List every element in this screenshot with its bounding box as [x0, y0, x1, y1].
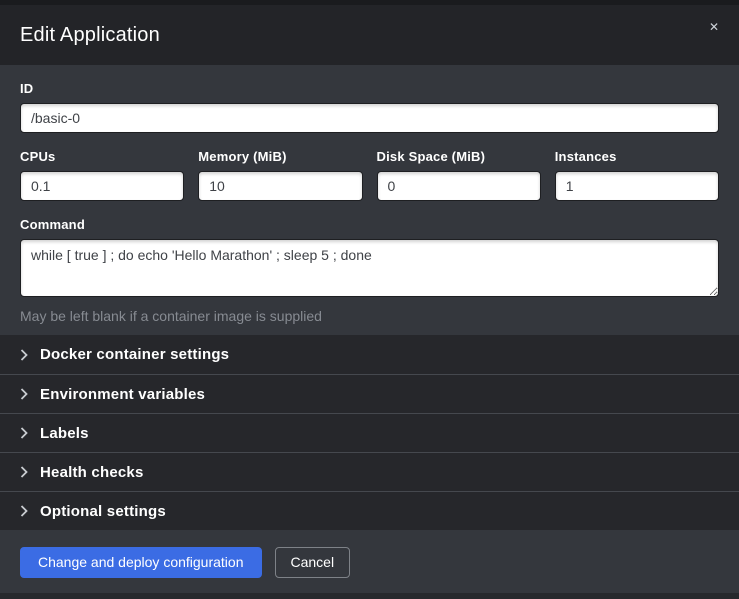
chevron-right-icon — [20, 466, 28, 478]
section-label: Environment variables — [40, 386, 205, 403]
cpus-field-group: CPUs — [20, 149, 184, 201]
instances-label: Instances — [555, 149, 719, 164]
section-docker-container-settings[interactable]: Docker container settings — [0, 335, 739, 374]
modal-header: Edit Application ✕ — [0, 5, 739, 65]
section-label: Health checks — [40, 464, 143, 481]
edit-application-modal: Edit Application ✕ ID CPUs Memory (MiB) … — [0, 0, 739, 599]
memory-label: Memory (MiB) — [198, 149, 362, 164]
modal-title: Edit Application — [20, 24, 160, 47]
section-environment-variables[interactable]: Environment variables — [0, 374, 739, 413]
chevron-right-icon — [20, 349, 28, 361]
memory-field-group: Memory (MiB) — [198, 149, 362, 201]
collapsible-sections: Docker container settings Environment va… — [0, 335, 739, 530]
backdrop-bottom — [0, 593, 739, 599]
command-label: Command — [20, 217, 719, 232]
section-optional-settings[interactable]: Optional settings — [0, 491, 739, 530]
modal-footer: Change and deploy configuration Cancel — [0, 530, 739, 593]
command-textarea[interactable]: while [ true ] ; do echo 'Hello Marathon… — [20, 239, 719, 297]
chevron-right-icon — [20, 427, 28, 439]
cpus-input[interactable] — [20, 171, 184, 201]
instances-input[interactable] — [555, 171, 719, 201]
disk-space-label: Disk Space (MiB) — [377, 149, 541, 164]
change-and-deploy-button[interactable]: Change and deploy configuration — [20, 547, 262, 578]
instances-field-group: Instances — [555, 149, 719, 201]
modal-body: ID CPUs Memory (MiB) Disk Space (MiB) In… — [0, 65, 739, 335]
id-label: ID — [20, 81, 719, 96]
memory-input[interactable] — [198, 171, 362, 201]
section-label: Docker container settings — [40, 346, 229, 363]
section-labels[interactable]: Labels — [0, 413, 739, 452]
id-input[interactable] — [20, 103, 719, 133]
section-health-checks[interactable]: Health checks — [0, 452, 739, 491]
resource-fields-row: CPUs Memory (MiB) Disk Space (MiB) Insta… — [20, 149, 719, 201]
cancel-button[interactable]: Cancel — [275, 547, 351, 578]
disk-space-field-group: Disk Space (MiB) — [377, 149, 541, 201]
command-help-text: May be left blank if a container image i… — [20, 308, 719, 324]
disk-space-input[interactable] — [377, 171, 541, 201]
chevron-right-icon — [20, 505, 28, 517]
cpus-label: CPUs — [20, 149, 184, 164]
command-field-group: Command while [ true ] ; do echo 'Hello … — [20, 217, 719, 324]
id-field-group: ID — [20, 81, 719, 133]
chevron-right-icon — [20, 388, 28, 400]
section-label: Labels — [40, 425, 89, 442]
section-label: Optional settings — [40, 503, 166, 520]
close-icon[interactable]: ✕ — [705, 17, 723, 37]
